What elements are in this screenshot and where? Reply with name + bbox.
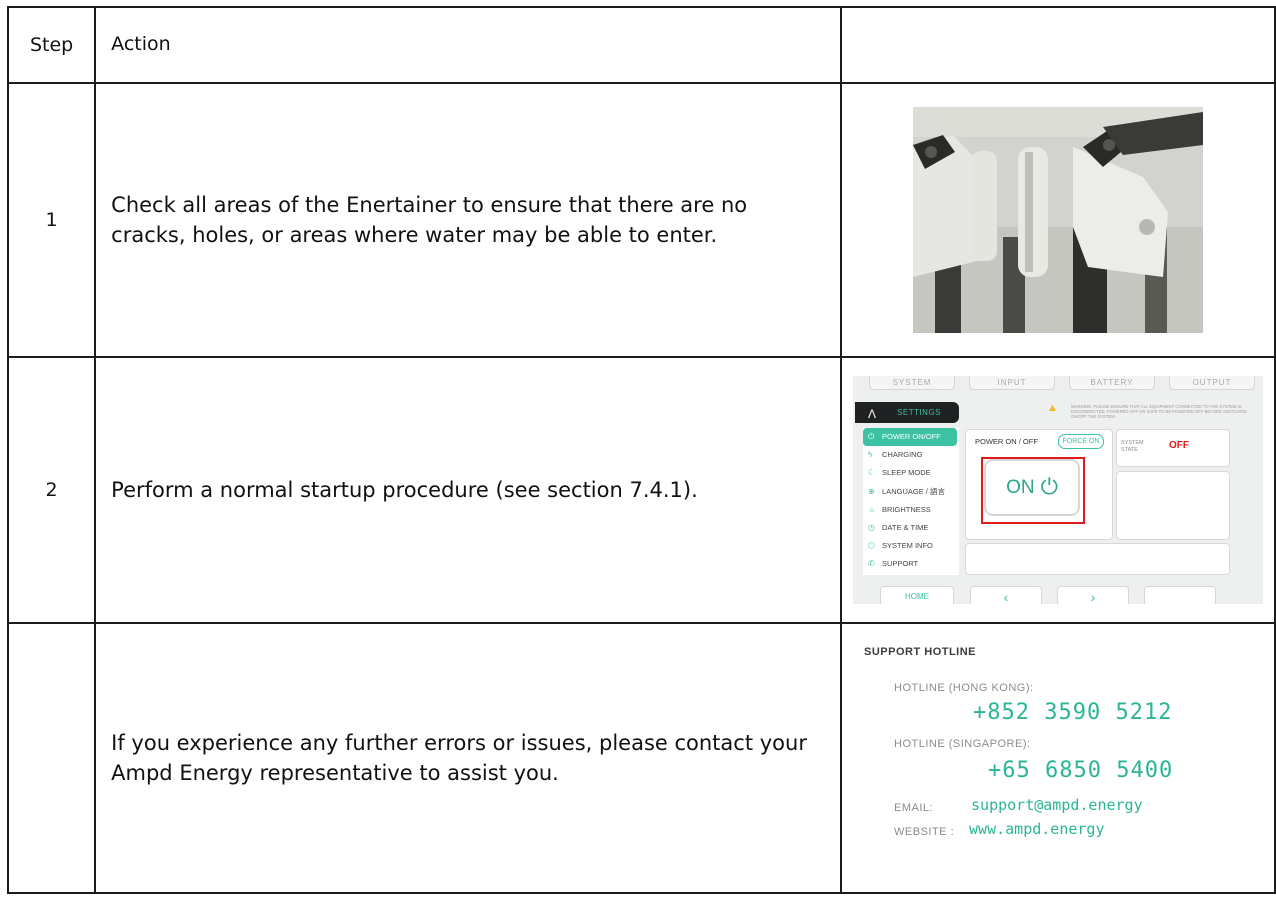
table-row: If you experience any further errors or … — [6, 622, 1276, 894]
table-row: 2 Perform a normal startup procedure (se… — [6, 356, 1276, 624]
settings-title: SETTINGS — [897, 408, 942, 417]
tab-output[interactable]: OUTPUT — [1169, 376, 1256, 390]
image-cell: SYSTEM INPUT BATTERY OUTPUT Λ SETTINGS ▲… — [840, 356, 1276, 624]
phone-icon: ✆ — [868, 559, 875, 569]
menu-item-date-time[interactable]: ◷ DATE & TIME — [863, 519, 959, 537]
settings-menu: ⏻ POWER ON/OFF ϟ CHARGING ☾ SLEEP MODE ⊕ LAN… — [863, 428, 960, 575]
container-door-photo — [913, 107, 1204, 333]
next-button[interactable]: › — [1057, 586, 1130, 604]
prev-button[interactable]: ‹ — [970, 586, 1043, 604]
step-number — [6, 622, 97, 894]
power-on-off-label: POWER ON / OFF — [975, 437, 1038, 446]
hk-number[interactable]: +852 3590 5212 — [973, 700, 1172, 725]
clock-icon: ◷ — [868, 522, 875, 532]
menu-label: POWER ON/OFF — [882, 432, 941, 441]
support-hotline-panel: SUPPORT HOTLINE HOTLINE (HONG KONG): +85… — [843, 624, 1273, 892]
sg-number[interactable]: +65 6850 5400 — [988, 758, 1173, 783]
table-row: 1 Check all areas of the Enertainer to e… — [6, 82, 1276, 358]
power-icon: ⏻ — [868, 432, 875, 441]
system-state-label: SYSTEM STATE — [1121, 440, 1144, 453]
email-link[interactable]: support@ampd.energy — [971, 796, 1143, 814]
header-step: Step — [6, 6, 97, 84]
menu-label: SYSTEM INFO — [882, 541, 933, 551]
website-link[interactable]: www.ampd.energy — [969, 820, 1104, 838]
website-label: WEBSITE : — [894, 826, 955, 838]
table-header-row: Step Action — [6, 6, 1276, 84]
warning-message: ▲ WARNING: PLEASE ENSURE THAT ALL EQUIPM… — [1047, 403, 1257, 420]
menu-label: BRIGHTNESS — [882, 504, 931, 514]
force-on-button[interactable]: FORCE ON — [1058, 434, 1105, 449]
warning-icon: ▲ — [1047, 402, 1058, 414]
header-image — [840, 6, 1276, 84]
menu-item-system-info[interactable]: ⬡ SYSTEM INFO — [863, 537, 959, 555]
container-door-photo-graphic — [913, 107, 1204, 333]
sun-icon: ☼ — [868, 504, 876, 514]
menu-label: LANGUAGE / 語言 — [882, 486, 945, 496]
blank-button[interactable] — [1144, 586, 1217, 604]
cube-icon: ⬡ — [868, 541, 875, 551]
menu-item-charging[interactable]: ϟ CHARGING — [863, 446, 959, 464]
step-action: Perform a normal startup procedure (see … — [94, 356, 843, 624]
moon-icon: ☾ — [868, 468, 876, 478]
action-text: If you experience any further errors or … — [111, 730, 807, 785]
bolt-icon: ϟ — [868, 450, 873, 460]
menu-item-brightness[interactable]: ☼ BRIGHTNESS — [863, 501, 959, 519]
step-action: Check all areas of the Enertainer to ens… — [94, 82, 843, 358]
message-card — [965, 543, 1231, 575]
menu-label: CHARGING — [882, 450, 923, 460]
menu-label: SLEEP MODE — [882, 468, 931, 478]
image-cell — [840, 82, 1276, 358]
step-number: 2 — [6, 356, 97, 624]
highlight-box — [981, 457, 1086, 524]
home-button[interactable]: HOME — [880, 586, 955, 604]
settings-screen-screenshot: SYSTEM INPUT BATTERY OUTPUT Λ SETTINGS ▲… — [853, 376, 1264, 604]
action-text: Perform a normal startup procedure (see … — [111, 477, 698, 502]
email-label: EMAIL: — [894, 802, 934, 814]
menu-item-language[interactable]: ⊕ LANGUAGE / 語言 — [863, 483, 959, 501]
step-number: 1 — [6, 82, 97, 358]
procedure-table: Step Action 1 Check all areas of the Ene… — [6, 6, 1276, 894]
globe-icon: ⊕ — [868, 486, 875, 496]
header-action: Action — [94, 6, 843, 84]
image-cell: SUPPORT HOTLINE HOTLINE (HONG KONG): +85… — [840, 622, 1276, 894]
settings-header: Λ SETTINGS — [855, 402, 960, 423]
action-text: Check all areas of the Enertainer to ens… — [111, 192, 748, 247]
step-action: If you experience any further errors or … — [94, 622, 843, 894]
menu-item-support[interactable]: ✆ SUPPORT — [863, 555, 959, 573]
menu-label: DATE & TIME — [882, 522, 929, 532]
warning-text: WARNING: PLEASE ENSURE THAT ALL EQUIPMEN… — [1071, 404, 1247, 419]
tab-input[interactable]: INPUT — [969, 376, 1056, 390]
hk-label: HOTLINE (HONG KONG): — [894, 682, 1034, 694]
system-state-value: OFF — [1169, 440, 1190, 451]
menu-item-sleep[interactable]: ☾ SLEEP MODE — [863, 464, 959, 482]
menu-item-power[interactable]: ⏻ POWER ON/OFF — [863, 428, 958, 447]
menu-label: SUPPORT — [882, 559, 919, 569]
ampd-logo-icon: Λ — [868, 407, 877, 421]
tab-battery[interactable]: BATTERY — [1069, 376, 1156, 390]
support-title: SUPPORT HOTLINE — [864, 646, 977, 658]
sg-label: HOTLINE (SINGAPORE): — [894, 738, 1031, 750]
tab-system[interactable]: SYSTEM — [869, 376, 956, 390]
info-card — [1116, 471, 1231, 540]
